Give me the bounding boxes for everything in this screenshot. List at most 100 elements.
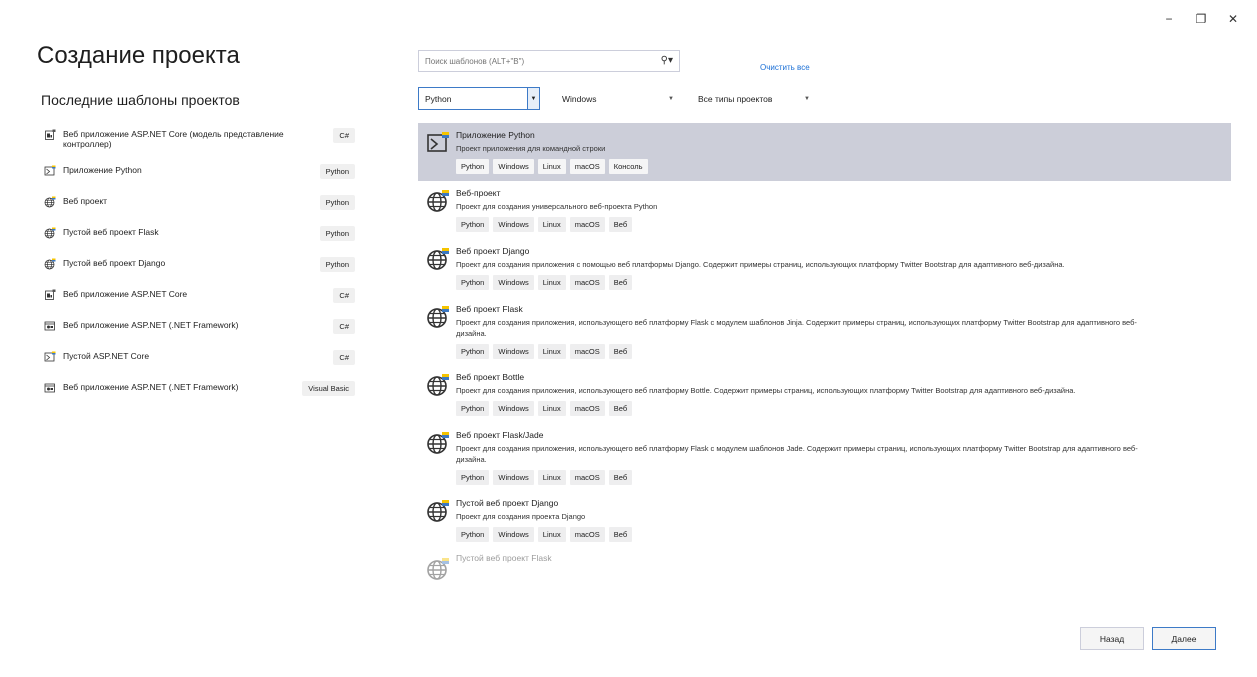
globe-icon [426,305,450,329]
recent-template-item[interactable]: Пустой веб проект Flask Python [43,224,355,255]
template-tag: Linux [537,275,566,290]
template-tags: Python Windows Linux macOS Веб [456,401,1231,416]
template-description: Проект для создания приложения, использу… [456,444,1138,464]
search-box[interactable]: ⚲▾ [418,50,680,72]
template-tag: Linux [537,401,566,416]
chevron-down-icon[interactable]: ▼ [527,88,539,109]
language-badge: Python [319,164,355,179]
template-tags: Python Windows Linux macOS Веб [456,275,1231,290]
template-tag: macOS [569,275,605,290]
template-description: Проект приложения для командной строки [456,144,606,153]
next-button[interactable]: Далее [1152,627,1216,650]
aspnet-framework-icon [43,319,57,331]
template-tag: Веб [608,275,633,290]
template-tag: Linux [537,344,566,359]
recent-template-item[interactable]: Пустой веб проект Django Python [43,255,355,286]
template-tags: Python Windows Linux macOS Веб [456,217,1231,232]
platform-filter[interactable]: Windows ▼ [556,87,680,110]
template-name: Пустой веб проект Django [456,498,559,508]
minimize-button[interactable]: − [1153,10,1185,28]
recent-template-label: Пустой ASP.NET Core [63,351,150,361]
template-tag: Веб [608,401,633,416]
template-tag: macOS [569,217,605,232]
close-button[interactable]: ✕ [1217,10,1249,28]
language-badge: C# [333,128,355,143]
template-tags: Python Windows Linux macOS Веб [456,527,1231,542]
template-list[interactable]: Приложение Python Проект приложения для к… [418,123,1231,613]
template-tag: Python [456,527,490,542]
template-tag: Windows [493,401,534,416]
language-badge: Visual Basic [302,381,355,396]
recent-template-item[interactable]: Веб проект Python [43,193,355,224]
language-badge: C# [333,350,355,365]
template-tag: Windows [493,159,534,174]
recent-template-label: Пустой веб проект Django [63,258,166,268]
template-name: Веб проект Bottle [456,372,525,382]
project-type-filter-value: Все типы проектов [698,93,773,104]
template-item[interactable]: Веб проект Flask/Jade Проект для создания… [418,423,1231,491]
recent-template-item[interactable]: Пустой ASP.NET Core C# [43,348,355,379]
restore-button[interactable]: ❐ [1185,10,1217,28]
search-icon[interactable]: ⚲▾ [661,55,673,66]
template-tag: macOS [569,401,605,416]
globe-icon [426,431,450,455]
template-item[interactable]: Пустой веб проект Flask [418,549,1231,580]
back-button[interactable]: Назад [1080,627,1144,650]
template-item[interactable]: Пустой веб проект Django Проект для созда… [418,491,1231,549]
aspnet-framework-icon [43,381,57,393]
recent-template-item[interactable]: Приложение Python Python [43,162,355,193]
language-badge: C# [333,319,355,334]
template-item[interactable]: Веб проект Django Проект для создания при… [418,239,1231,297]
search-input[interactable] [425,56,651,66]
globe-icon [43,257,57,270]
python-console-icon [426,131,450,155]
recent-template-label: Пустой веб проект Flask [63,227,159,237]
template-tag: Linux [537,470,566,485]
template-name: Пустой веб проект Flask [456,553,552,563]
template-tag: Windows [493,217,534,232]
template-description: Проект для создания приложения, использу… [456,386,1076,395]
recent-template-item[interactable]: Веб приложение ASP.NET Core (модель пред… [43,126,355,162]
recent-template-item[interactable]: Веб приложение ASP.NET (.NET Framework) V… [43,379,355,410]
recent-template-label: Веб приложение ASP.NET (.NET Framework) [63,382,239,392]
template-item[interactable]: Веб проект Bottle Проект для создания при… [418,365,1231,423]
template-tag: Python [456,217,490,232]
template-tags: Python Windows Linux macOS Веб [456,344,1231,359]
template-item[interactable]: Приложение Python Проект приложения для к… [418,123,1231,181]
recent-template-item[interactable]: Веб приложение ASP.NET (.NET Framework) C… [43,317,355,348]
clear-all-link[interactable]: Очистить все [760,63,810,72]
template-tag: Python [456,159,490,174]
template-item[interactable]: Веб-проект Проект для создания универсаль… [418,181,1231,239]
language-badge: Python [319,226,355,241]
language-filter[interactable]: Python ▼ [418,87,540,110]
template-tag: Python [456,344,490,359]
recent-template-item[interactable]: Веб приложение ASP.NET Core C# [43,286,355,317]
template-description: Проект для создания универсального веб-п… [456,202,658,211]
template-description: Проект для создания проекта Django [456,512,586,521]
recent-templates-title: Последние шаблоны проектов [41,92,240,108]
template-tag: Python [456,401,490,416]
globe-icon [426,189,450,213]
recent-template-label: Веб приложение ASP.NET Core [63,289,188,299]
template-description: Проект для создания приложения, использу… [456,318,1137,338]
template-tags: Python Windows Linux macOS Веб [456,470,1231,485]
chevron-down-icon: ▼ [804,95,810,102]
globe-icon [426,247,450,271]
page-title: Создание проекта [37,42,240,69]
language-badge: Python [319,195,355,210]
template-item[interactable]: Веб проект Flask Проект для создания прил… [418,297,1231,365]
template-name: Веб-проект [456,188,501,198]
template-name: Веб проект Flask/Jade [456,430,544,440]
recent-template-label: Веб проект [63,196,108,206]
recent-template-label: Приложение Python [63,165,142,175]
aspnet-icon [43,128,57,140]
template-tag: Windows [493,527,534,542]
template-description: Проект для создания приложения с помощью… [456,260,1065,269]
template-tag: Веб [608,217,633,232]
language-badge: C# [333,288,355,303]
template-name: Веб проект Flask [456,304,523,314]
template-tag: Python [456,470,490,485]
project-type-filter[interactable]: Все типы проектов ▼ [692,87,816,110]
recent-template-label: Веб приложение ASP.NET Core (модель пред… [63,129,284,149]
globe-icon [43,226,57,239]
